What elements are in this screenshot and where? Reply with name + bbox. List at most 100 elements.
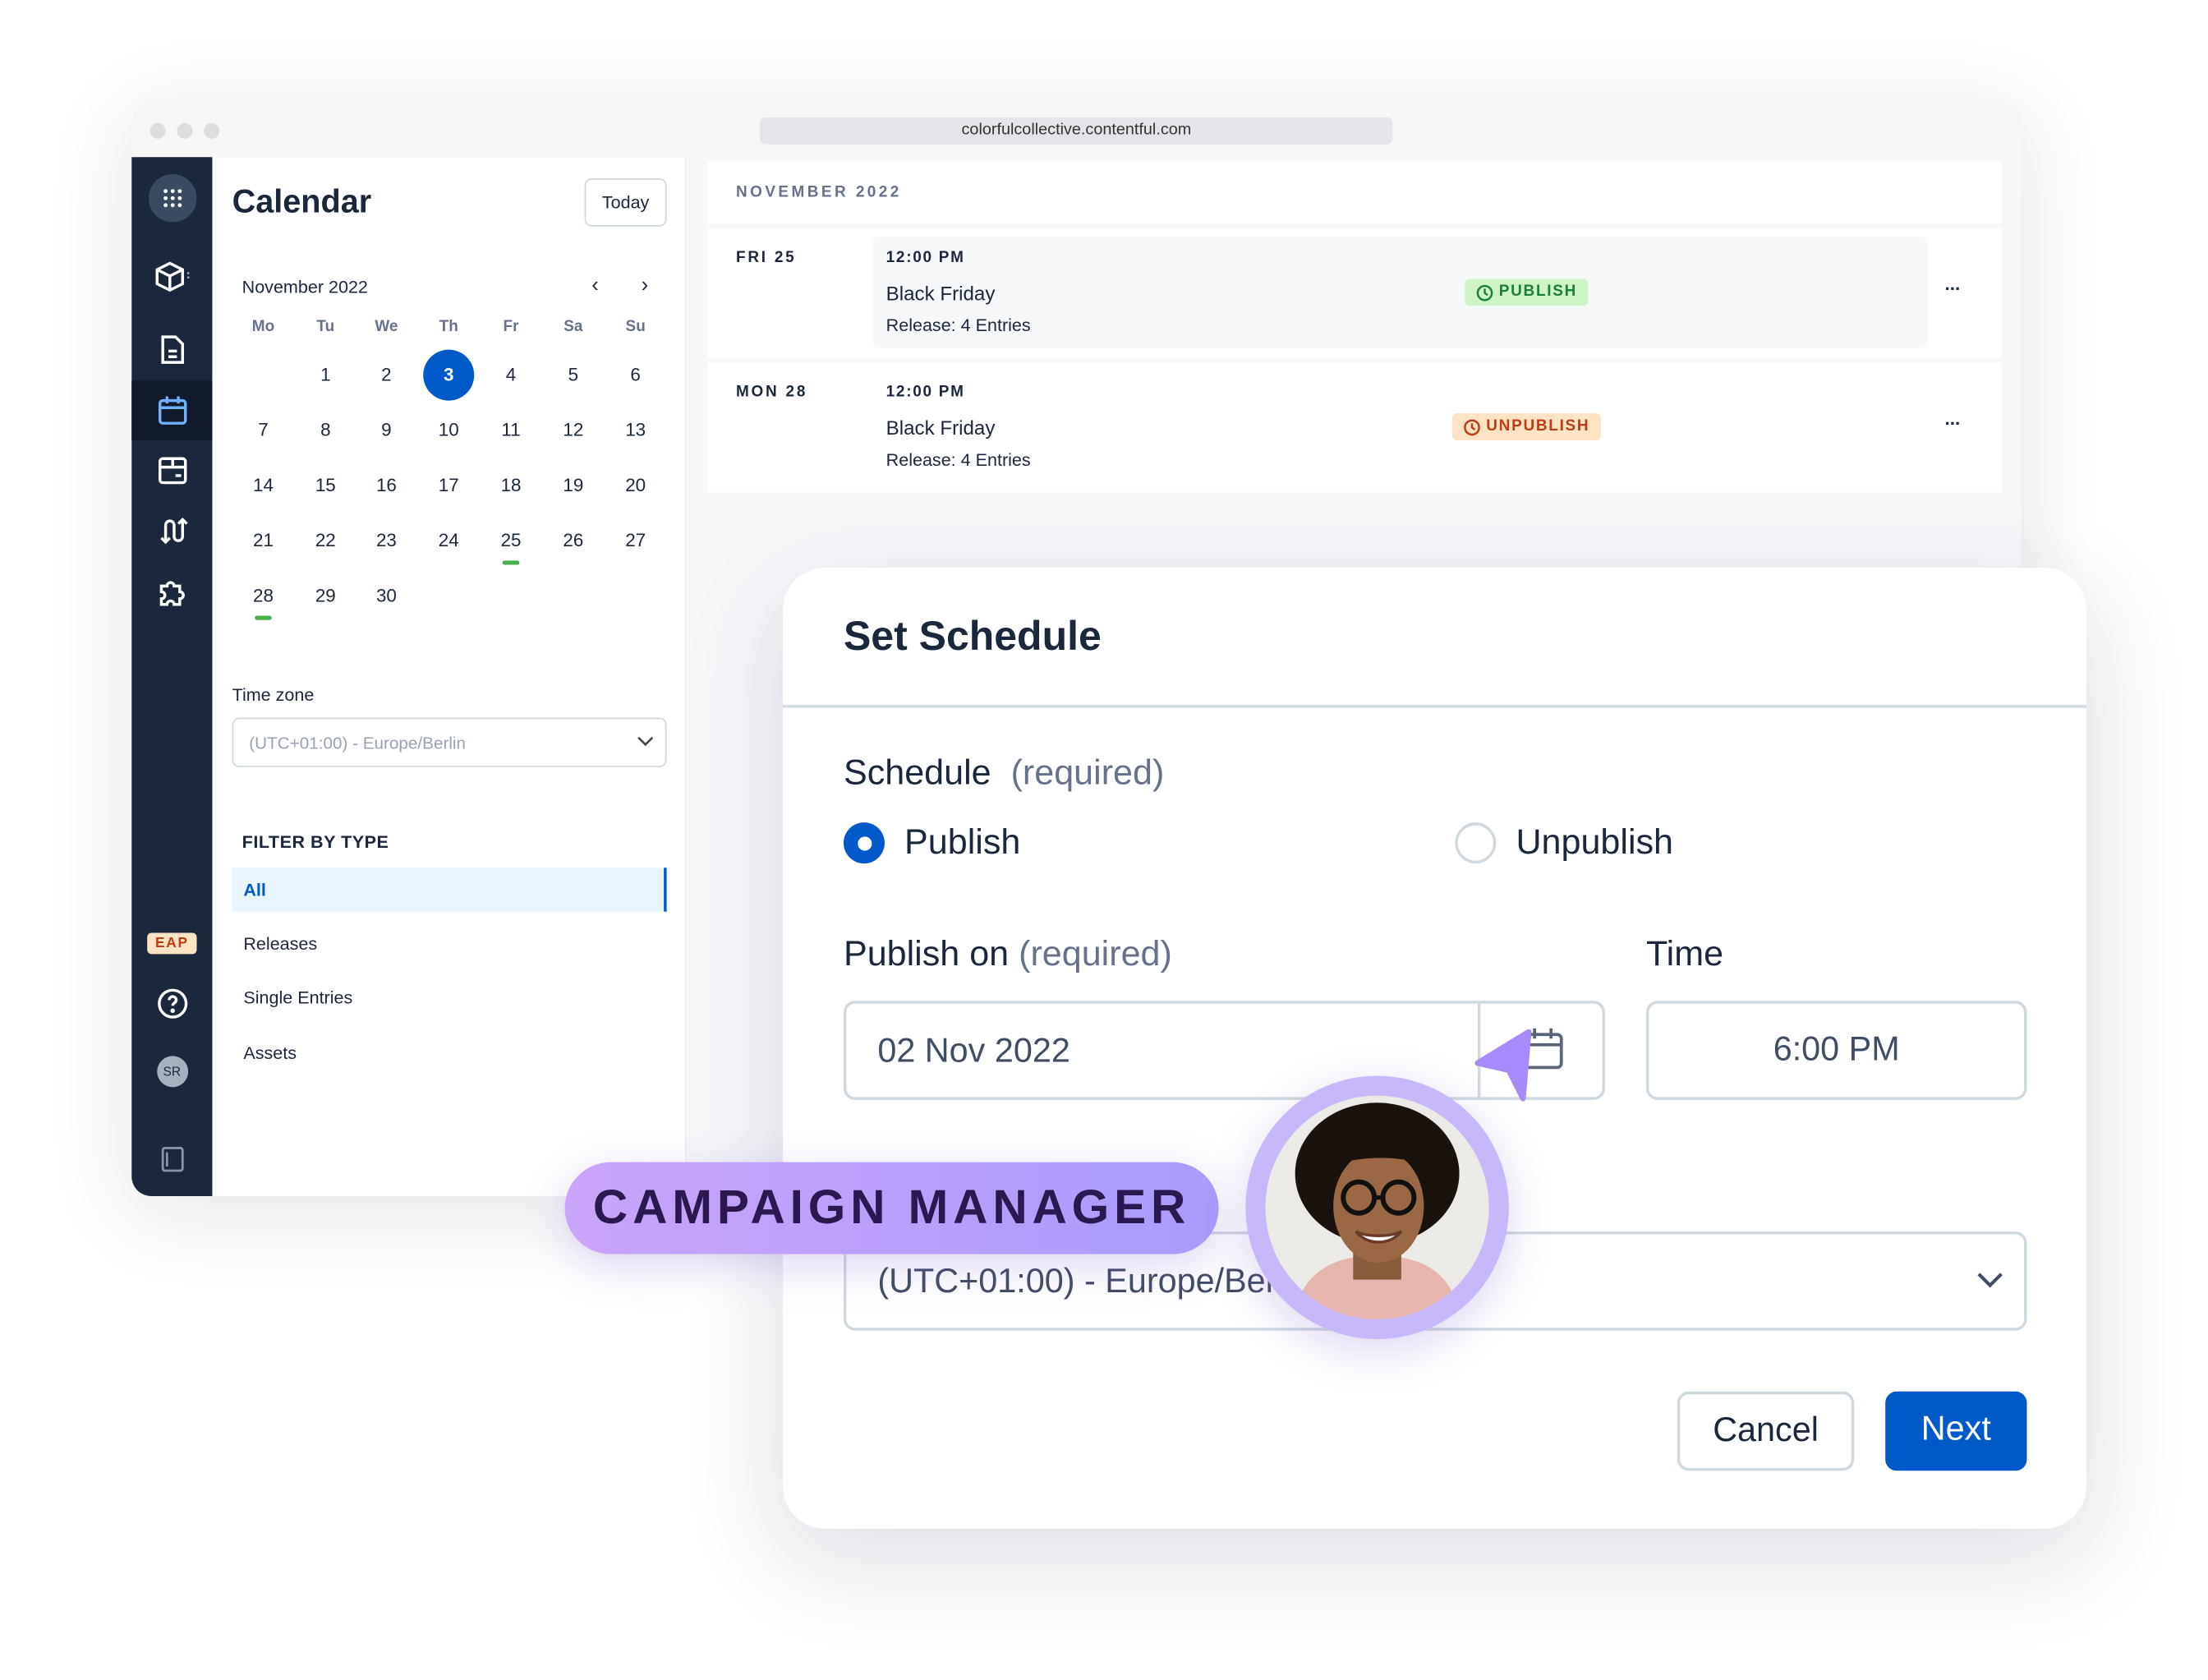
window-minimize-dot[interactable] (177, 122, 193, 139)
workflow-icon[interactable] (131, 511, 212, 550)
radio-publish[interactable]: Publish (843, 822, 1020, 864)
window-close-dot[interactable] (150, 122, 166, 139)
calendar-day[interactable]: 18 (485, 460, 536, 511)
schedule-event[interactable]: MON 28 12:00 PM Black Friday Release: 4 Ent… (707, 362, 2002, 493)
filter-single-entries[interactable]: Single Entries (243, 988, 352, 1008)
apps-puzzle-icon[interactable] (131, 570, 212, 613)
prev-month-chevron-icon[interactable]: ‹ (591, 274, 599, 297)
calendar-day[interactable]: 29 (300, 570, 351, 621)
event-marker (502, 560, 520, 565)
event-marker (255, 615, 272, 620)
time-label: Time (1645, 934, 1724, 974)
calendar-day[interactable]: 11 (485, 405, 536, 456)
calendar-day[interactable]: 17 (423, 460, 474, 511)
timezone-value: (UTC+01:00) - Europe/Berlin (249, 733, 467, 753)
weekday-label: Su (625, 318, 646, 336)
sidebar-toggle-icon[interactable] (131, 1143, 212, 1176)
month-header-label: NOVEMBER 2022 (736, 184, 902, 201)
calendar-day[interactable]: 5 (548, 350, 599, 401)
calendar-day[interactable]: 3 (423, 349, 475, 401)
calendar-icon[interactable] (131, 380, 213, 440)
calendar-day[interactable]: 28 (237, 570, 288, 621)
chevron-down-icon (1977, 1273, 2003, 1288)
month-label: November 2022 (242, 277, 368, 297)
clock-icon (1476, 283, 1493, 301)
calendar-day[interactable]: 25 (485, 515, 536, 566)
calendar-day[interactable]: 1 (300, 350, 351, 401)
timezone-value: (UTC+01:00) - Europe/Berlin (877, 1263, 1311, 1301)
weekday-label: Tu (316, 318, 335, 336)
calendar-day[interactable]: 16 (361, 460, 412, 511)
sidebar: EAP SR (131, 157, 213, 1197)
calendar-day[interactable]: 21 (237, 515, 288, 566)
date-value: 02 Nov 2022 (877, 1032, 1070, 1070)
calendar-day[interactable]: 19 (548, 460, 599, 511)
next-button[interactable]: Next (1885, 1391, 2027, 1471)
calendar-day[interactable]: 7 (237, 405, 288, 456)
calendar-day[interactable]: 26 (548, 515, 599, 566)
modal-title: Set Schedule (843, 614, 1102, 660)
window-maximize-dot[interactable] (204, 122, 220, 139)
radio-unpublish[interactable]: Unpublish (1455, 822, 1673, 864)
event-time: 12:00 PM (886, 249, 965, 266)
calendar-day[interactable]: 8 (300, 405, 351, 456)
weekday-label: Th (439, 318, 458, 336)
calendar-day[interactable]: 6 (610, 350, 661, 401)
url-bar[interactable]: colorfulcollective.contentful.com (760, 117, 1393, 145)
today-button[interactable]: Today (584, 178, 667, 227)
radio-unchecked-icon[interactable] (1455, 822, 1497, 864)
user-photo (1245, 1075, 1509, 1340)
calendar-day[interactable]: 30 (361, 570, 412, 621)
calendar-day[interactable]: 9 (361, 405, 412, 456)
filter-assets[interactable]: Assets (243, 1043, 297, 1063)
filter-label: All (243, 880, 266, 900)
more-options-button[interactable]: ... (1945, 407, 1961, 429)
set-schedule-modal: Set Schedule Schedule (required) Publish… (782, 567, 2086, 1529)
event-subtitle: Release: 4 Entries (886, 449, 1031, 471)
apps-grid-icon[interactable] (131, 171, 212, 224)
status-badge: PUBLISH (1465, 278, 1589, 306)
role-badge: CAMPAIGN MANAGER (564, 1162, 1219, 1254)
status-badge: UNPUBLISH (1451, 413, 1602, 440)
calendar-day[interactable]: 23 (361, 515, 412, 566)
schedule-label: Schedule (required) (843, 753, 1165, 793)
media-icon[interactable] (131, 449, 212, 491)
page-title: Calendar (232, 182, 372, 220)
calendar-day[interactable]: 24 (423, 515, 474, 566)
time-input[interactable]: 6:00 PM (1645, 1001, 2027, 1100)
eap-badge: EAP (131, 930, 212, 955)
calendar-day[interactable]: 27 (610, 515, 661, 566)
calendar-panel: Calendar Today November 2022 ‹ › Mo Tu We T… (212, 157, 687, 1197)
clock-icon (1464, 418, 1480, 435)
calendar-day[interactable]: 13 (610, 405, 661, 456)
calendar-day[interactable]: 20 (610, 460, 661, 511)
weekday-label: Fr (503, 318, 519, 336)
timezone-label: Time zone (232, 684, 315, 706)
filter-title: FILTER BY TYPE (242, 832, 389, 853)
content-model-icon[interactable] (131, 256, 212, 299)
help-icon[interactable] (131, 987, 212, 1020)
schedule-event[interactable]: FRI 25 12:00 PM Black Friday Release: 4 Ent… (707, 228, 2002, 358)
calendar-day[interactable]: 14 (237, 460, 288, 511)
cancel-button[interactable]: Cancel (1677, 1391, 1855, 1471)
radio-checked-icon[interactable] (843, 822, 885, 864)
calendar-day[interactable]: 15 (300, 460, 351, 511)
calendar-day[interactable]: 22 (300, 515, 351, 566)
filter-all[interactable]: All (232, 868, 667, 912)
weekday-label: We (375, 318, 398, 336)
weekday-label: Sa (564, 318, 583, 336)
filter-releases[interactable]: Releases (243, 934, 317, 954)
timezone-select[interactable]: (UTC+01:00) - Europe/Berlin (232, 717, 667, 767)
calendar-day[interactable]: 12 (548, 405, 599, 456)
avatar[interactable]: SR (131, 1055, 212, 1089)
calendar-day[interactable]: 10 (423, 405, 474, 456)
calendar-day[interactable]: 2 (361, 350, 412, 401)
content-entries-icon[interactable] (131, 329, 212, 369)
next-month-chevron-icon[interactable]: › (642, 274, 649, 297)
event-subtitle: Release: 4 Entries (886, 315, 1031, 336)
calendar-day[interactable]: 4 (485, 350, 536, 401)
more-options-button[interactable]: ... (1945, 274, 1961, 295)
event-title: Black Friday (886, 416, 996, 440)
divider (782, 705, 2086, 708)
weekday-label: Mo (251, 318, 275, 336)
